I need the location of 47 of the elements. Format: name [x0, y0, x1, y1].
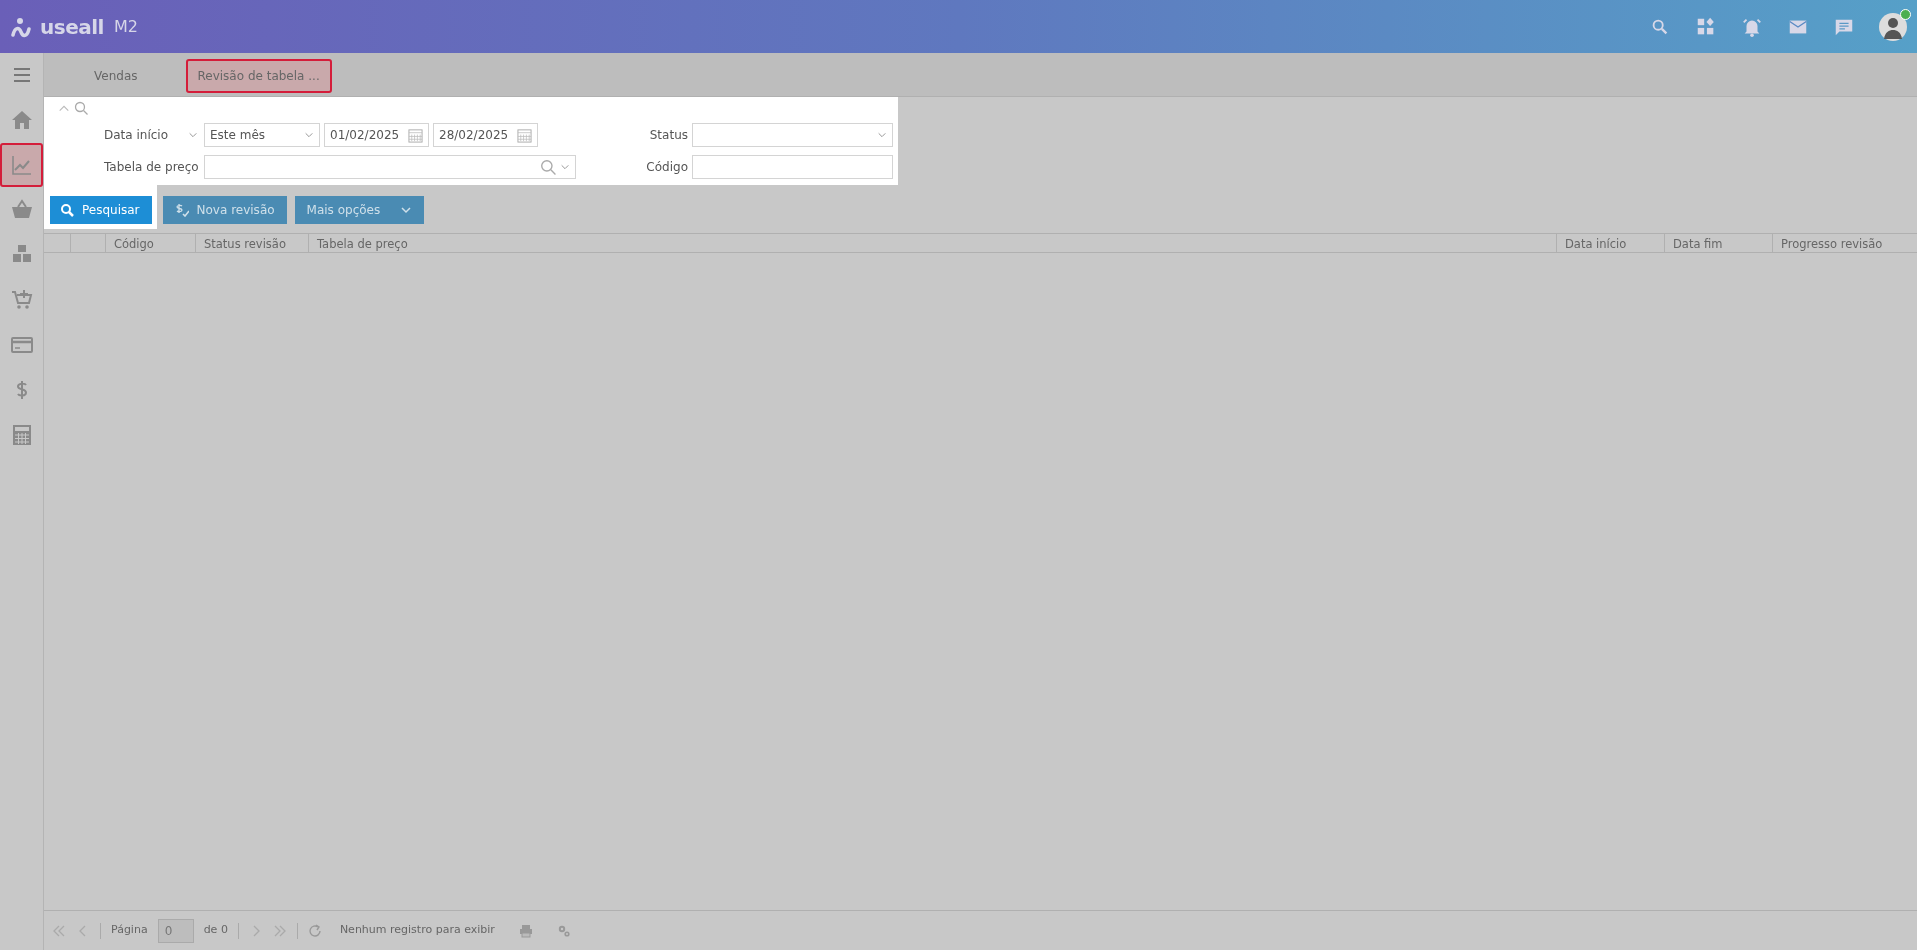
chevron-icon [560, 162, 570, 172]
last-page-icon[interactable] [272, 923, 287, 938]
column-header[interactable]: Status revisão [196, 234, 309, 252]
field-label: Tabela de preço [104, 159, 200, 176]
pager-message: Nenhum registro para exibir [339, 922, 495, 939]
first-page-icon[interactable] [52, 923, 66, 938]
search-icon[interactable] [540, 159, 556, 175]
column-header[interactable]: Tabela de preço [309, 234, 1557, 252]
date-field[interactable]: 01/02/2025 [324, 123, 429, 147]
dropdown-button[interactable]: Mais opções [294, 196, 425, 224]
product-name: M2 [113, 15, 138, 38]
page-label: Página [111, 922, 148, 939]
search-icon[interactable] [74, 101, 88, 115]
period-select[interactable]: Este mês [204, 123, 320, 147]
search-icon [60, 203, 74, 217]
column-header[interactable]: Data fim [1665, 234, 1773, 252]
logo-text: useall [40, 13, 104, 41]
refresh-icon[interactable] [307, 923, 322, 938]
price-table-field[interactable] [204, 155, 576, 179]
chevron-icon [304, 130, 314, 140]
printer-icon[interactable] [518, 923, 533, 938]
field-label: Status [649, 127, 688, 144]
page-input[interactable]: 0 [157, 918, 194, 943]
new-revision-button[interactable]: Nova revisão [162, 196, 287, 224]
tab[interactable]: Vendas [84, 59, 148, 93]
line-chart-icon [9, 153, 34, 177]
chevron-icon [188, 130, 198, 140]
chevron-icon [877, 130, 887, 140]
code-field[interactable] [692, 155, 893, 179]
add-to-cart-icon [9, 288, 34, 312]
calendar-icon[interactable] [408, 127, 423, 143]
tab[interactable]: Revisão de tabela ... [185, 59, 332, 93]
search-button[interactable]: Pesquisar [50, 196, 152, 224]
dollar-check-icon [174, 203, 189, 217]
gears-icon[interactable] [556, 923, 571, 938]
sidebar-item[interactable] [0, 143, 43, 187]
date-field-selector[interactable]: Data início [104, 126, 204, 144]
page-total: de 0 [203, 922, 228, 939]
status-select[interactable] [692, 123, 893, 147]
caret-icon [400, 204, 413, 216]
calendar-icon[interactable] [517, 127, 532, 143]
logo-icon [10, 15, 32, 38]
date-field[interactable]: 28/02/2025 [433, 123, 538, 147]
column-header[interactable]: Código [106, 234, 196, 252]
column-header[interactable]: Progresso revisão [1773, 234, 1917, 252]
column-header[interactable]: Data início [1557, 234, 1665, 252]
field-label: Código [646, 159, 688, 176]
